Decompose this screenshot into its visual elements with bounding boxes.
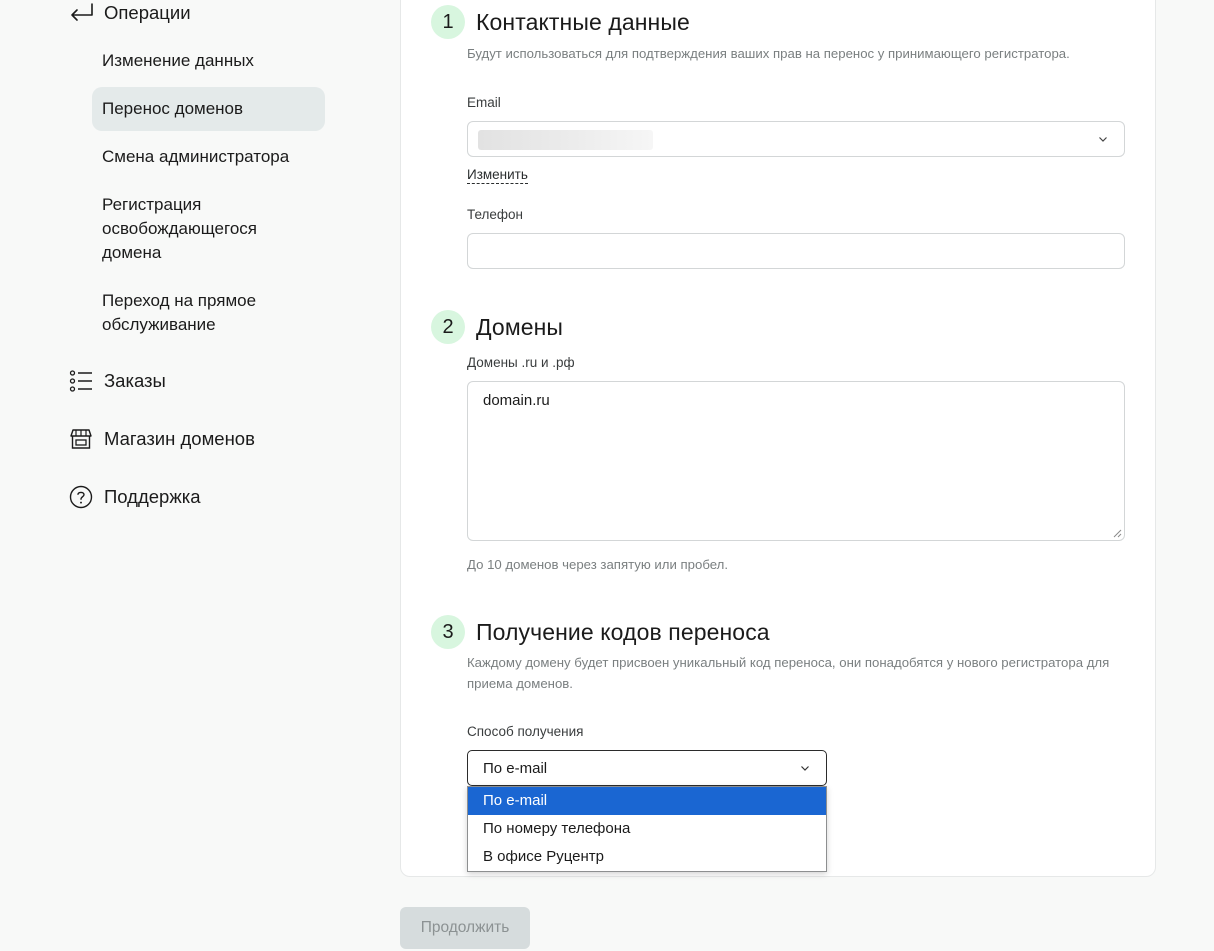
nav-domain-store[interactable]: Магазин доменов (68, 425, 255, 453)
section-codes-hint: Каждому домену будет присвоен уникальный… (467, 655, 1110, 691)
option-email[interactable]: По e-mail (468, 787, 826, 815)
section-domains-header: 2 Домены (431, 310, 563, 344)
email-label: Email (467, 95, 501, 110)
sidebar-item-label: Изменение данных (102, 51, 254, 70)
method-label: Способ получения (467, 724, 584, 739)
continue-button[interactable]: Продолжить (400, 907, 530, 949)
section-title: Получение кодов переноса (476, 618, 770, 645)
nav-back-label: Операции (104, 2, 191, 23)
option-office[interactable]: В офисе Руцентр (468, 843, 826, 871)
nav-domain-store-label: Магазин доменов (104, 428, 255, 449)
sidebar-item-change-data[interactable]: Изменение данных (92, 49, 325, 73)
resize-handle-icon[interactable] (1112, 528, 1122, 538)
nav-orders[interactable]: Заказы (68, 367, 166, 395)
domains-value: domain.ru (483, 392, 550, 409)
sidebar-item-label: Смена администратора (102, 147, 290, 166)
sidebar: Операции Изменение данных Перенос домено… (0, 0, 340, 951)
option-phone[interactable]: По номеру телефона (468, 815, 826, 843)
domains-label: Домены .ru и .рф (467, 355, 575, 370)
step-number: 2 (431, 310, 465, 344)
domains-hint: До 10 доменов через запятую или пробел. (467, 557, 728, 572)
sidebar-item-label: Переход на прямое обслуживание (102, 291, 257, 334)
method-dropdown-list: По e-mail По номеру телефона В офисе Руц… (467, 786, 827, 872)
chevron-down-icon (801, 766, 809, 771)
redacted-email-value (478, 130, 653, 150)
section-contact-header: 1 Контактные данные (431, 5, 690, 39)
section-codes-header: 3 Получение кодов переноса (431, 615, 770, 649)
back-arrow-icon (68, 2, 94, 24)
section-title: Домены (476, 313, 564, 340)
nav-orders-label: Заказы (104, 370, 166, 391)
change-email-link[interactable]: Изменить (467, 167, 528, 184)
section-title: Контактные данные (476, 8, 690, 35)
chevron-down-icon (1099, 137, 1107, 142)
phone-input[interactable] (467, 233, 1125, 269)
method-selected-value: По e-mail (483, 759, 548, 777)
list-icon (68, 368, 94, 394)
question-circle-icon (68, 484, 94, 510)
nav-support-label: Поддержка (104, 486, 201, 507)
method-select[interactable]: По e-mail (467, 750, 827, 786)
sidebar-item-direct-service[interactable]: Переход на прямое обслуживание (92, 289, 292, 337)
step-number: 1 (431, 5, 465, 39)
sidebar-item-expiring-domain[interactable]: Регистрация освобождающегося домена (92, 193, 302, 265)
store-icon (68, 426, 94, 452)
step-number: 3 (431, 615, 465, 649)
sidebar-item-change-admin[interactable]: Смена администратора (92, 145, 325, 169)
nav-support[interactable]: Поддержка (68, 483, 201, 511)
email-select[interactable] (467, 121, 1125, 157)
section-contact-hint: Будут использоваться для подтверждения в… (467, 46, 1070, 61)
phone-label: Телефон (467, 207, 524, 222)
domains-textarea[interactable]: domain.ru (467, 381, 1125, 541)
sidebar-item-label: Регистрация освобождающегося домена (102, 195, 257, 262)
sidebar-item-domain-transfer[interactable]: Перенос доменов (92, 87, 325, 131)
nav-back-operations[interactable]: Операции (68, 0, 191, 26)
sidebar-item-label: Перенос доменов (102, 99, 244, 118)
